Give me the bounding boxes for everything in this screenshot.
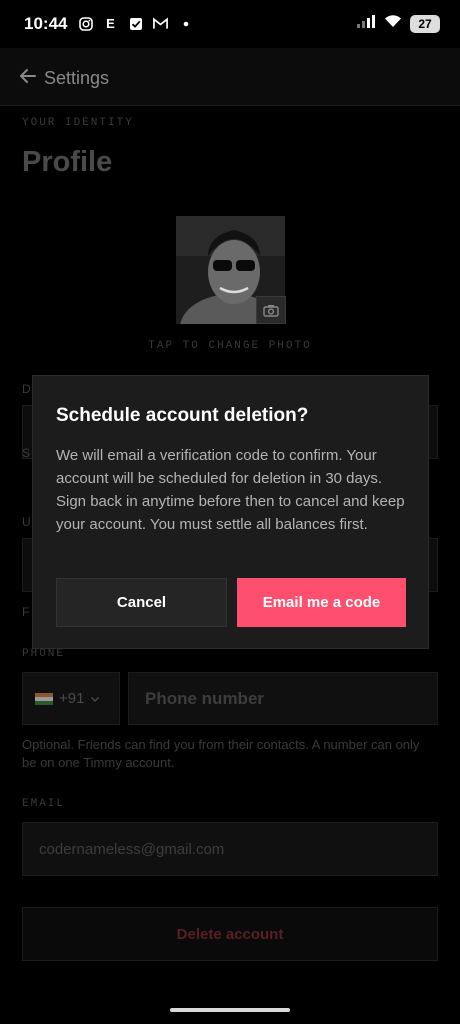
field-label-fragment: D [22, 382, 31, 396]
email-code-button[interactable]: Email me a code [237, 578, 406, 627]
camera-icon[interactable] [256, 296, 286, 324]
change-photo-label[interactable]: TAP TO CHANGE PHOTO [0, 340, 460, 352]
wifi-icon [384, 14, 402, 33]
delete-account-button[interactable]: Delete account [22, 907, 438, 961]
app-header: Settings [0, 48, 460, 106]
field-help-fragment: F [22, 605, 30, 619]
country-code-select[interactable]: +91 [22, 672, 120, 725]
cancel-button[interactable]: Cancel [56, 578, 227, 627]
e-app-icon: E [106, 16, 115, 31]
phone-input[interactable] [128, 672, 438, 725]
phone-help-text: Optional. Friends can find you from thei… [22, 737, 420, 770]
field-help-fragment: S [22, 446, 31, 460]
header-title: Settings [44, 68, 110, 88]
instagram-icon [78, 16, 93, 31]
battery-icon: 27 [410, 14, 440, 33]
email-input[interactable] [22, 822, 438, 876]
dialog-title: Schedule account deletion? [56, 405, 309, 426]
home-indicator[interactable] [170, 1008, 290, 1012]
field-label-fragment: U [22, 515, 31, 529]
dialog-body: We will email a verification code to con… [56, 447, 405, 533]
chevron-down-icon [90, 690, 100, 707]
section-label: YOUR IDENTITY [22, 117, 134, 129]
delete-confirmation-dialog: Schedule account deletion? We will email… [32, 375, 429, 649]
signal-icon [356, 14, 376, 33]
page-title: Profile [22, 146, 113, 178]
system-icons: 27 [356, 14, 440, 33]
status-bar: 10:44 E 27 [0, 0, 460, 48]
gmail-icon [153, 16, 168, 31]
status-time: 10:44 [24, 14, 68, 33]
phone-label: PHONE [22, 648, 66, 660]
india-flag-icon [35, 692, 53, 705]
dot-icon [178, 16, 193, 31]
country-code: +91 [59, 690, 85, 707]
notification-icons: E [78, 16, 193, 31]
check-app-icon [128, 16, 143, 31]
email-label: EMAIL [22, 798, 66, 810]
back-arrow-icon[interactable] [18, 66, 38, 86]
